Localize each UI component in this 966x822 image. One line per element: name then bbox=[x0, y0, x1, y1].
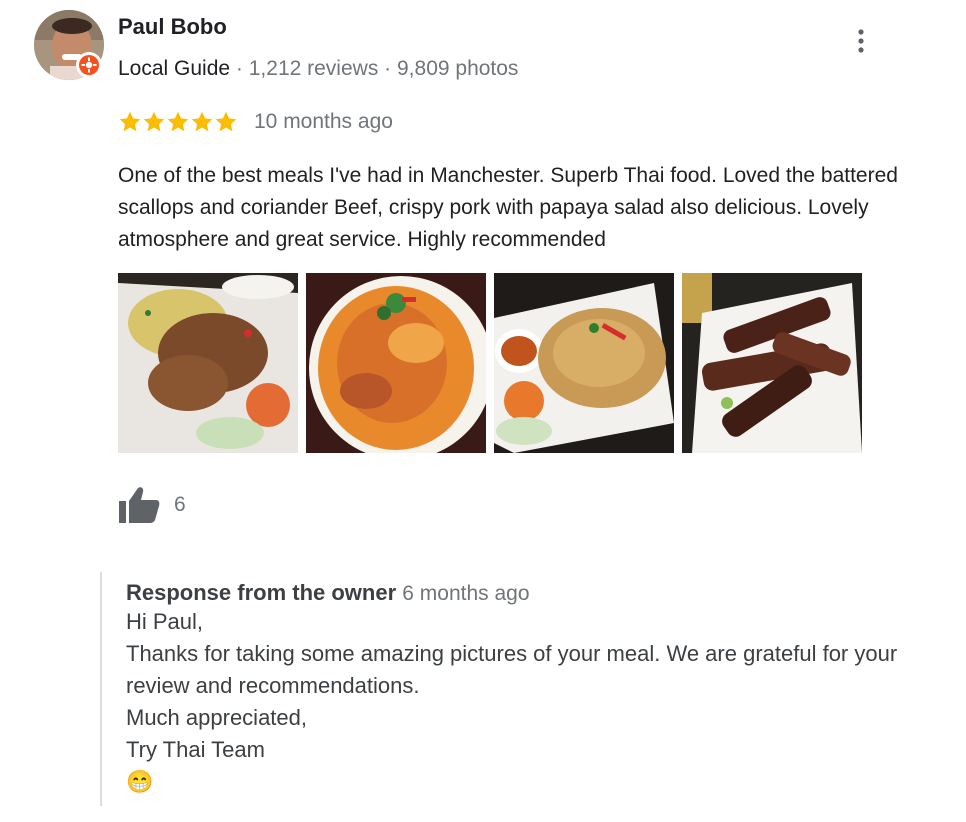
like-count: 6 bbox=[174, 493, 186, 516]
owner-response-line: Try Thai Team bbox=[126, 737, 265, 762]
author-meta: Local Guide · 1,212 reviews · 9,809 phot… bbox=[118, 57, 518, 81]
review-photo-3[interactable] bbox=[494, 273, 674, 453]
owner-response: Response from the owner 6 months ago Hi … bbox=[100, 572, 940, 806]
author-name[interactable]: Paul Bobo bbox=[118, 14, 227, 40]
owner-response-line: Thanks for taking some amazing pictures … bbox=[126, 641, 904, 698]
review-text: One of the best meals I've had in Manche… bbox=[118, 164, 898, 251]
meta-separator: · bbox=[378, 57, 397, 80]
coriander-beef-photo bbox=[682, 273, 862, 453]
papaya-salad-crispy-pork-photo bbox=[118, 273, 298, 453]
local-guide-label[interactable]: Local Guide bbox=[118, 57, 230, 80]
owner-response-date: 6 months ago bbox=[402, 582, 530, 605]
local-guide-badge-icon bbox=[76, 52, 102, 78]
review-photos bbox=[118, 273, 862, 453]
review-photo-1[interactable] bbox=[118, 273, 298, 453]
thumbs-up-icon bbox=[119, 487, 160, 523]
like-button[interactable]: 6 bbox=[118, 486, 186, 524]
review-date: 10 months ago bbox=[254, 110, 393, 133]
battered-scallops-curry-photo bbox=[306, 273, 486, 453]
star-icon bbox=[215, 111, 237, 132]
star-icon bbox=[167, 111, 189, 132]
grinning-emoji-icon: 😁 bbox=[126, 769, 154, 794]
star-icon bbox=[119, 111, 141, 132]
review-count: 1,212 reviews bbox=[248, 57, 379, 80]
owner-response-line: Much appreciated, bbox=[126, 705, 307, 730]
photo-count: 9,809 photos bbox=[397, 57, 519, 80]
review-photo-4[interactable] bbox=[682, 273, 862, 453]
meta-separator: · bbox=[230, 57, 249, 80]
owner-response-title: Response from the owner bbox=[126, 580, 397, 605]
more-options-button[interactable] bbox=[846, 24, 876, 58]
owner-response-text: Hi Paul, Thanks for taking some amazing … bbox=[126, 606, 940, 798]
star-icon bbox=[191, 111, 213, 132]
more-vert-icon bbox=[858, 29, 864, 53]
thai-omelette-photo bbox=[494, 273, 674, 453]
owner-response-header: Response from the owner 6 months ago bbox=[126, 580, 940, 606]
star-icon bbox=[143, 111, 165, 132]
owner-response-line: Hi Paul, bbox=[126, 609, 204, 634]
review-photo-2[interactable] bbox=[306, 273, 486, 453]
star-rating bbox=[118, 110, 238, 134]
rating-row: 10 months ago bbox=[118, 110, 393, 134]
